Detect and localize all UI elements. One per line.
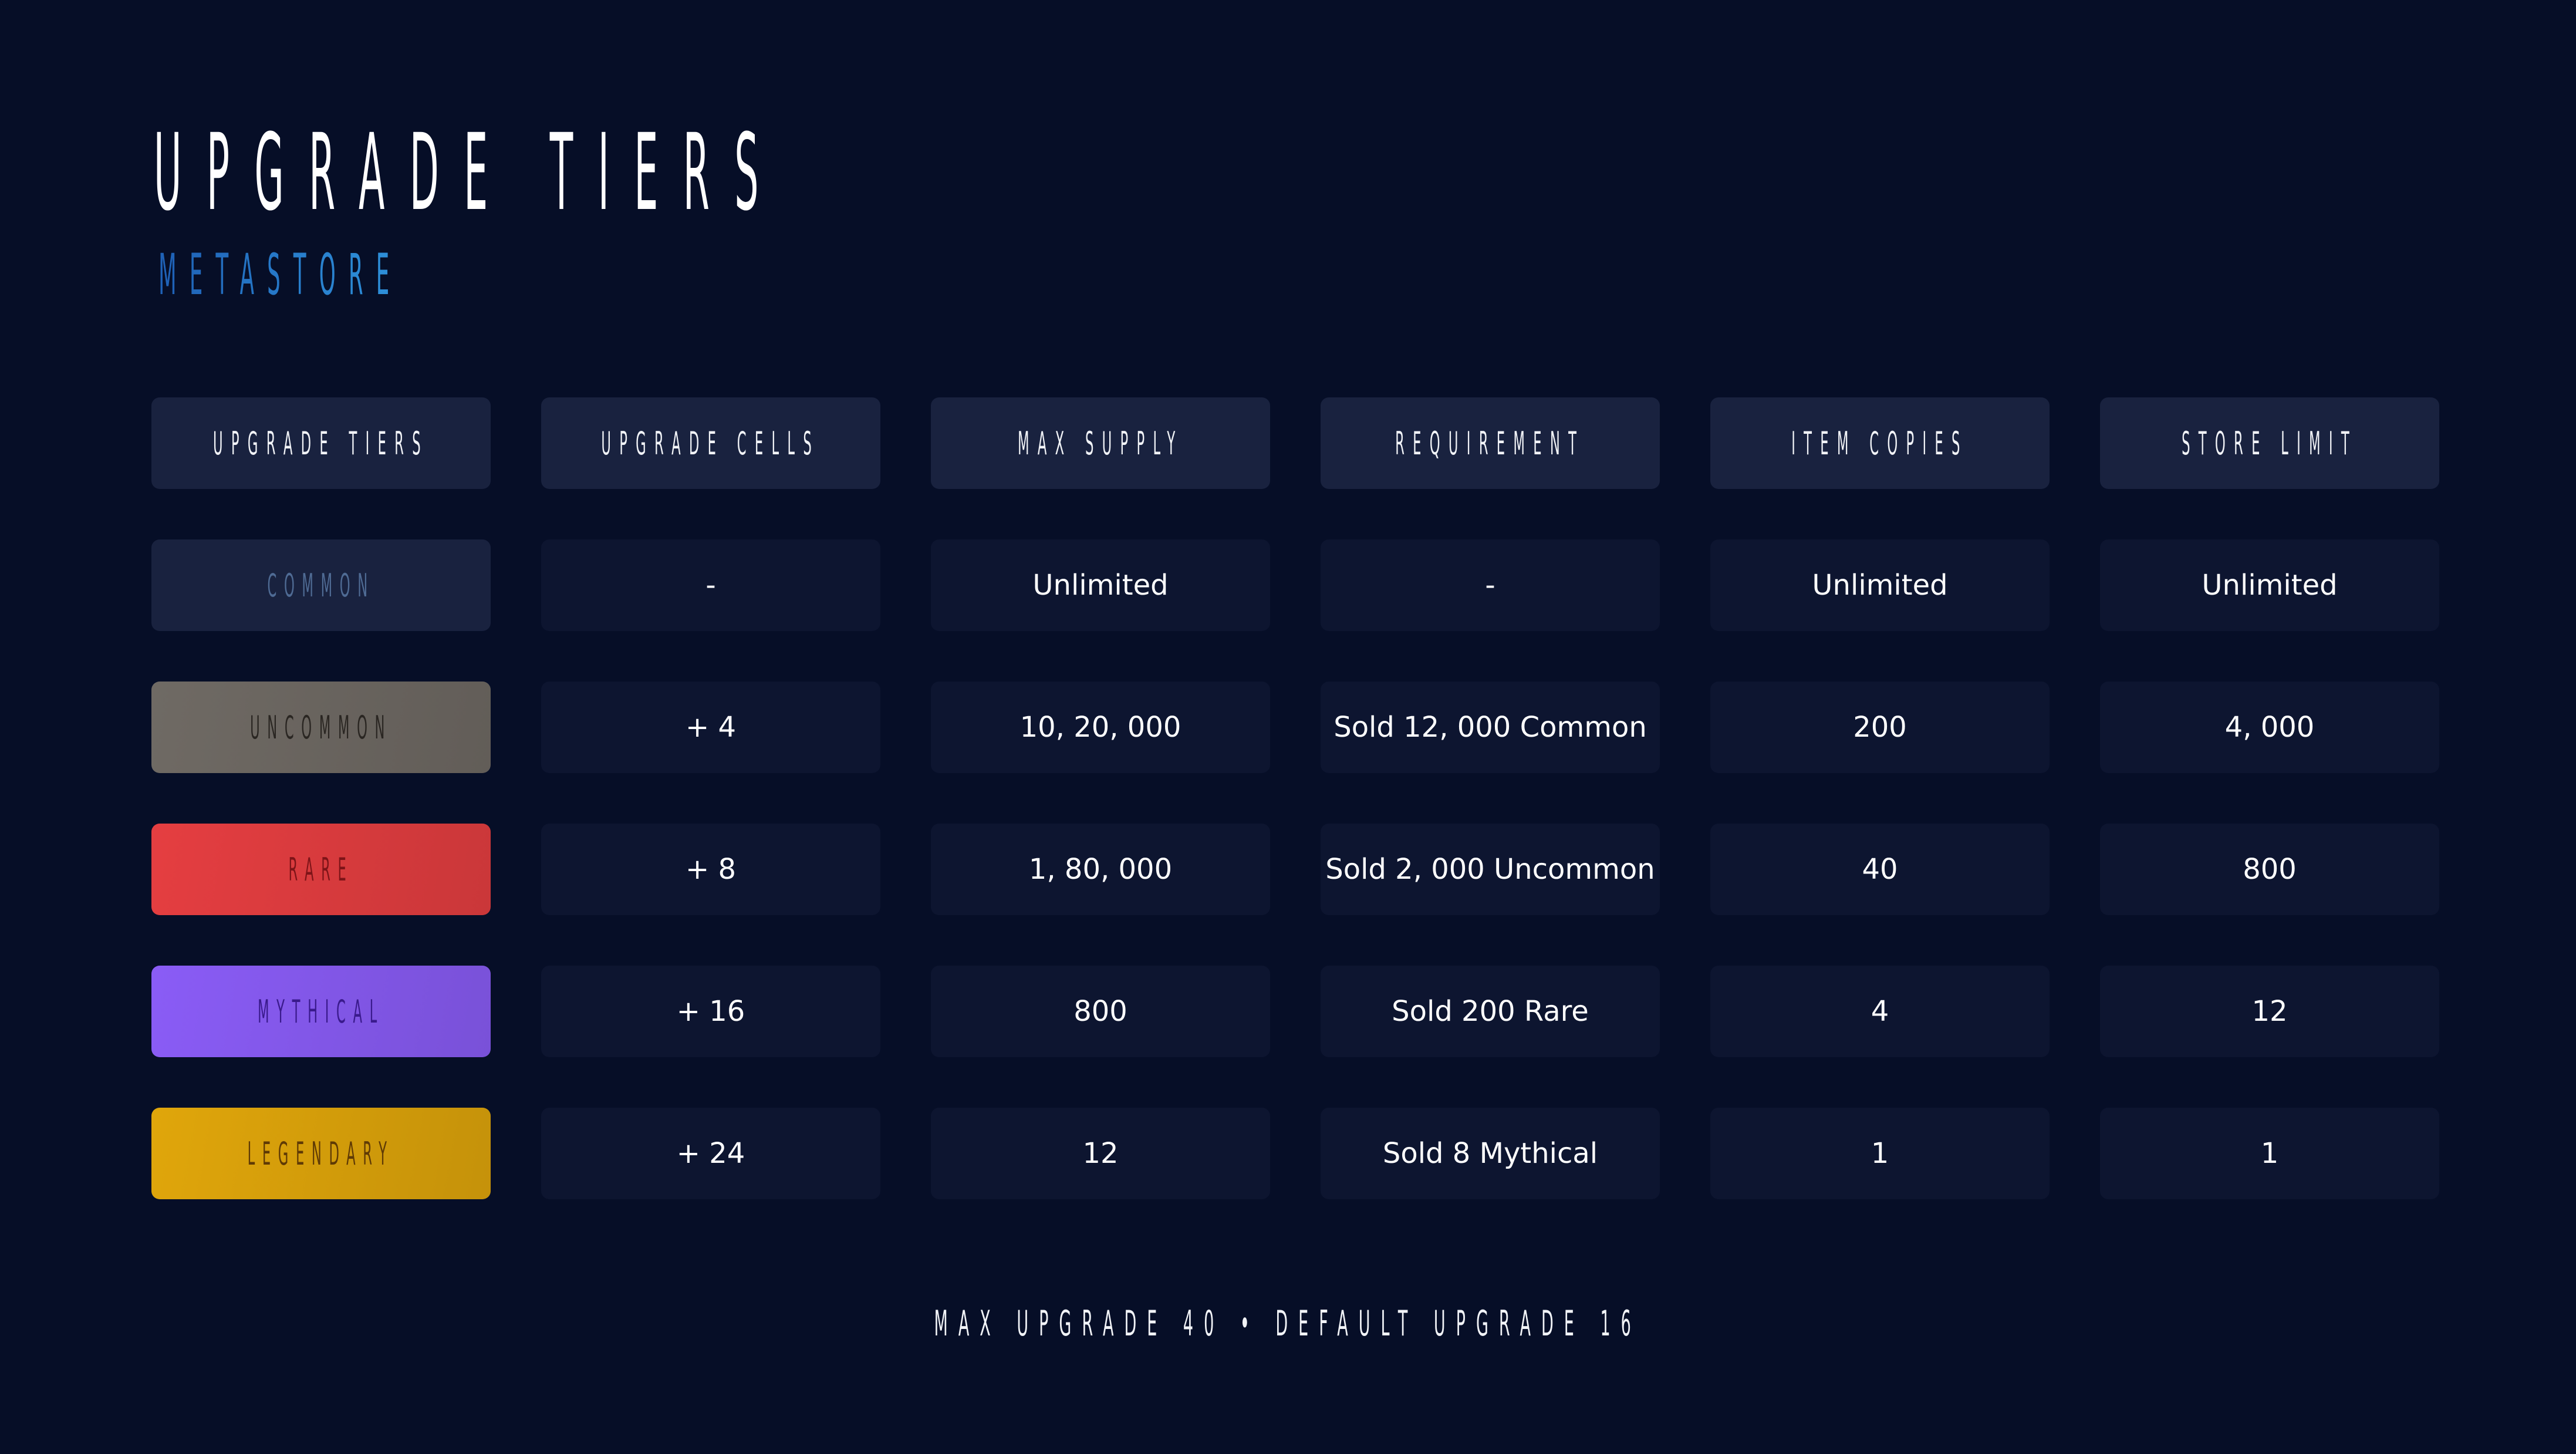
- subtitle-letter: E: [376, 242, 403, 308]
- cell-uncommon-item-copies-text: 200: [1853, 711, 1907, 744]
- cell-rare-requirement-text: Sold 2, 000 Uncommon: [1325, 853, 1655, 886]
- subtitle-letter: A: [239, 242, 268, 308]
- tiers-table: UPGRADE TIERS UPGRADE CELLS MAX SUPPLY REQU…: [151, 397, 2440, 1200]
- subtitle-letter: T: [215, 242, 240, 308]
- cell-mythical-item-copies: 4: [1710, 966, 2050, 1057]
- cell-mythical-requirement: Sold 200 Rare: [1321, 966, 1660, 1057]
- footer-text: MAX UPGRADE 40 • DEFAULT UPGRADE 16: [934, 1303, 1642, 1344]
- header-upgrade-cells: UPGRADE CELLS: [541, 397, 880, 489]
- header-store-limit-text: STORE LIMIT: [2182, 424, 2358, 462]
- cell-uncommon-requirement-text: Sold 12, 000 Common: [1333, 711, 1647, 744]
- header-max-supply-text: MAX SUPPLY: [1017, 424, 1184, 462]
- cell-legendary-store-limit-text: 1: [2260, 1137, 2279, 1170]
- tier-badge-common-text: COMMON: [267, 566, 375, 604]
- cell-uncommon-store-limit-text: 4, 000: [2224, 711, 2315, 744]
- cell-rare-requirement: Sold 2, 000 Uncommon: [1321, 824, 1660, 915]
- cell-common-requirement: -: [1321, 539, 1660, 631]
- footer-note: MAX UPGRADE 40 • DEFAULT UPGRADE 16: [0, 1303, 2576, 1344]
- cell-legendary-item-copies-text: 1: [1871, 1137, 1889, 1170]
- cell-uncommon-store-limit: 4, 000: [2100, 682, 2439, 773]
- cell-rare-max-supply-text: 1, 80, 000: [1028, 853, 1173, 886]
- subtitle-letter: R: [348, 242, 376, 308]
- cell-common-max-supply: Unlimited: [931, 539, 1270, 631]
- page-subtitle: METASTORE: [158, 247, 402, 303]
- cell-mythical-upgrade-cells-text: + 16: [676, 995, 745, 1028]
- subtitle-letter: M: [158, 242, 190, 308]
- cell-mythical-store-limit: 12: [2100, 966, 2439, 1057]
- header-upgrade-tiers-text: UPGRADE TIERS: [213, 424, 429, 462]
- cell-uncommon-max-supply-text: 10, 20, 000: [1019, 711, 1181, 744]
- cell-rare-upgrade-cells: + 8: [541, 824, 880, 915]
- tier-badge-legendary: LEGENDARY: [151, 1108, 491, 1199]
- cell-common-item-copies: Unlimited: [1710, 539, 2050, 631]
- cell-legendary-requirement-text: Sold 8 Mythical: [1382, 1137, 1598, 1170]
- cell-mythical-upgrade-cells: + 16: [541, 966, 880, 1057]
- cell-uncommon-upgrade-cells-text: + 4: [685, 711, 736, 744]
- cell-rare-store-limit-text: 800: [2243, 853, 2297, 886]
- cell-rare-item-copies: 40: [1710, 824, 2050, 915]
- tier-badge-uncommon: UNCOMMON: [151, 682, 491, 773]
- header-store-limit: STORE LIMIT: [2100, 397, 2439, 489]
- cell-common-upgrade-cells-text: -: [705, 569, 716, 602]
- cell-legendary-store-limit: 1: [2100, 1108, 2439, 1199]
- tier-badge-legendary-text: LEGENDARY: [248, 1135, 394, 1172]
- subtitle-letter: O: [319, 242, 349, 308]
- cell-legendary-upgrade-cells: + 24: [541, 1108, 880, 1199]
- cell-legendary-max-supply-text: 12: [1082, 1137, 1119, 1170]
- cell-rare-store-limit: 800: [2100, 824, 2439, 915]
- cell-uncommon-upgrade-cells: + 4: [541, 682, 880, 773]
- header-requirement-text: REQUIREMENT: [1395, 424, 1585, 462]
- cell-rare-item-copies-text: 40: [1862, 853, 1898, 886]
- cell-common-upgrade-cells: -: [541, 539, 880, 631]
- tier-badge-uncommon-text: UNCOMMON: [249, 709, 393, 746]
- cell-common-max-supply-text: Unlimited: [1032, 569, 1169, 602]
- tier-badge-rare: RARE: [151, 824, 491, 915]
- header-item-copies: ITEM COPIES: [1710, 397, 2050, 489]
- cell-uncommon-requirement: Sold 12, 000 Common: [1321, 682, 1660, 773]
- cell-rare-max-supply: 1, 80, 000: [931, 824, 1270, 915]
- cell-common-item-copies-text: Unlimited: [1812, 569, 1948, 602]
- cell-mythical-requirement-text: Sold 200 Rare: [1392, 995, 1589, 1028]
- header-upgrade-tiers: UPGRADE TIERS: [151, 397, 491, 489]
- tier-badge-rare-text: RARE: [288, 851, 354, 888]
- page-title: UPGRADE TIERS: [154, 112, 784, 234]
- cell-legendary-upgrade-cells-text: + 24: [676, 1137, 745, 1170]
- cell-mythical-max-supply: 800: [931, 966, 1270, 1057]
- subtitle-letter: S: [267, 242, 293, 308]
- cell-uncommon-max-supply: 10, 20, 000: [931, 682, 1270, 773]
- tier-badge-mythical: MYTHICAL: [151, 966, 491, 1057]
- cell-uncommon-item-copies: 200: [1710, 682, 2050, 773]
- cell-common-requirement-text: -: [1485, 569, 1495, 602]
- subtitle-letter: E: [189, 242, 216, 308]
- header-item-copies-text: ITEM COPIES: [1791, 424, 1969, 462]
- tier-badge-mythical-text: MYTHICAL: [258, 993, 384, 1030]
- cell-mythical-item-copies-text: 4: [1871, 995, 1889, 1028]
- cell-legendary-requirement: Sold 8 Mythical: [1321, 1108, 1660, 1199]
- subtitle-letter: T: [293, 242, 319, 308]
- header-upgrade-cells-text: UPGRADE CELLS: [601, 424, 821, 462]
- cell-legendary-max-supply: 12: [931, 1108, 1270, 1199]
- cell-rare-upgrade-cells-text: + 8: [685, 853, 736, 886]
- header-requirement: REQUIREMENT: [1321, 397, 1660, 489]
- tier-badge-common: COMMON: [151, 539, 491, 631]
- cell-common-store-limit: Unlimited: [2100, 539, 2439, 631]
- cell-mythical-max-supply-text: 800: [1073, 995, 1127, 1028]
- cell-common-store-limit-text: Unlimited: [2202, 569, 2338, 602]
- cell-legendary-item-copies: 1: [1710, 1108, 2050, 1199]
- cell-mythical-store-limit-text: 12: [2251, 995, 2288, 1028]
- header-max-supply: MAX SUPPLY: [931, 397, 1270, 489]
